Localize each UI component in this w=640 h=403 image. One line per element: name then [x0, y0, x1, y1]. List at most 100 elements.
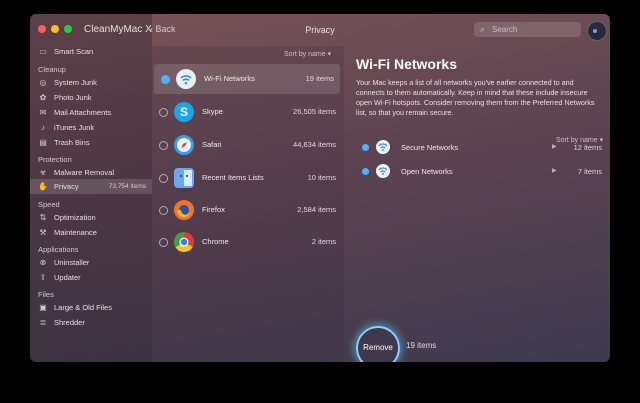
photo-junk-icon: ✿: [39, 93, 47, 102]
checkbox[interactable]: [159, 206, 168, 215]
detail-title: Wi-Fi Networks: [356, 56, 457, 72]
list-item-count: 10 items: [307, 173, 336, 182]
maintenance-icon: ⚒: [39, 228, 47, 237]
list-item-count: 26,505 items: [293, 107, 336, 116]
list-item-firefox[interactable]: Firefox 2,584 items: [152, 195, 342, 225]
sidebar-item-mail-attachments[interactable]: ✉ Mail Attachments: [30, 105, 152, 120]
traffic-lights: [38, 25, 72, 33]
search-icon: ⌕: [480, 24, 486, 34]
minimize-button[interactable]: [51, 25, 59, 33]
network-group-secure[interactable]: Secure Networks ▶ 12 items: [356, 137, 602, 157]
wifi-icon: [376, 164, 390, 178]
list-item-chrome[interactable]: Chrome 2 items: [152, 227, 342, 257]
list-item-name: Skype: [202, 107, 223, 116]
sidebar-item-malware-removal[interactable]: ☣ Malware Removal: [30, 165, 152, 180]
sidebar-item-label: Large & Old Files: [54, 303, 112, 312]
search-field[interactable]: ⌕ Search: [474, 22, 581, 37]
assistant-button[interactable]: [587, 21, 607, 41]
sidebar-item-optimization[interactable]: ⇅ Optimization: [30, 210, 152, 225]
zoom-button[interactable]: [64, 25, 72, 33]
assistant-icon: [593, 29, 597, 33]
search-placeholder: Search: [492, 25, 518, 34]
sidebar-heading-applications: Applications: [38, 245, 79, 254]
sidebar-item-label: Trash Bins: [54, 138, 90, 147]
list-item-safari[interactable]: Safari 44,634 items: [152, 130, 342, 160]
remove-button[interactable]: Remove: [356, 326, 400, 362]
smart-scan-icon: ▭: [39, 47, 47, 56]
list-item-count: 19 items: [305, 74, 334, 83]
network-group-open[interactable]: Open Networks ▶ 7 items: [356, 161, 602, 181]
safari-icon: [174, 135, 194, 155]
list-item-name: Wi-Fi Networks: [204, 74, 255, 83]
list-item-count: 44,634 items: [293, 140, 336, 149]
sidebar-heading-protection: Protection: [38, 155, 72, 164]
updater-icon: ⇪: [39, 273, 47, 282]
sidebar-item-large-old-files[interactable]: ▣ Large & Old Files: [30, 300, 152, 315]
trash-icon: ▤: [39, 138, 47, 147]
app-title: CleanMyMac X: [84, 24, 152, 35]
finder-icon: [174, 168, 194, 188]
sidebar-item-label: System Junk: [54, 78, 97, 87]
checkbox[interactable]: [159, 108, 168, 117]
list-item-name: Recent Items Lists: [202, 173, 264, 182]
sidebar-item-label: Smart Scan: [54, 47, 94, 56]
app-window: CleanMyMac X ‹ Back Privacy ⌕ Search ▭ S…: [30, 14, 610, 362]
list-item-name: Firefox: [202, 205, 225, 214]
music-icon: ♪: [41, 123, 45, 132]
list-item-recent-items-lists[interactable]: Recent Items Lists 10 items: [152, 163, 342, 193]
close-button[interactable]: [38, 25, 46, 33]
sidebar-item-updater[interactable]: ⇪ Updater: [30, 270, 152, 285]
network-group-name: Open Networks: [401, 167, 453, 176]
uninstaller-icon: ⊗: [39, 258, 47, 267]
network-group-count: 7 items: [577, 167, 602, 176]
sidebar-item-system-junk[interactable]: ◎ System Junk: [30, 75, 152, 90]
network-group-name: Secure Networks: [401, 143, 459, 152]
sidebar-item-trash-bins[interactable]: ▤ Trash Bins: [30, 135, 152, 150]
list-item-wifi-networks[interactable]: Wi-Fi Networks 19 items: [154, 64, 340, 94]
list-item-count: 2 items: [311, 237, 336, 246]
shredder-icon: ≣: [39, 318, 47, 327]
wifi-icon: [376, 140, 390, 154]
back-label: Back: [155, 24, 176, 34]
checkbox[interactable]: [159, 238, 168, 247]
sidebar-item-label: Shredder: [54, 318, 85, 327]
sidebar-item-privacy[interactable]: ✋ Privacy 73,754 items: [30, 179, 152, 194]
sidebar-item-label: Updater: [54, 273, 81, 282]
sidebar-item-uninstaller[interactable]: ⊗ Uninstaller: [30, 255, 152, 270]
sidebar-item-photo-junk[interactable]: ✿ Photo Junk: [30, 90, 152, 105]
checkbox[interactable]: [159, 141, 168, 150]
disclosure-arrow-icon[interactable]: ▶: [552, 167, 557, 174]
malware-icon: ☣: [39, 168, 47, 177]
sidebar-item-label: Privacy: [54, 182, 79, 191]
chrome-icon: [174, 232, 194, 252]
sidebar-heading-files: Files: [38, 290, 54, 299]
sidebar-item-label: Maintenance: [54, 228, 97, 237]
disclosure-arrow-icon[interactable]: ▶: [552, 143, 557, 150]
list-item-skype[interactable]: S Skype 26,505 items: [152, 97, 342, 127]
sidebar-item-smart-scan[interactable]: ▭ Smart Scan: [30, 44, 152, 59]
sidebar-item-maintenance[interactable]: ⚒ Maintenance: [30, 225, 152, 240]
sidebar-item-label: Optimization: [54, 213, 96, 222]
sidebar-item-shredder[interactable]: ≣ Shredder: [30, 315, 152, 330]
back-button[interactable]: ‹ Back: [150, 24, 176, 34]
sidebar-item-label: Uninstaller: [54, 258, 90, 267]
svg-text:S: S: [180, 105, 188, 119]
sidebar-heading-speed: Speed: [38, 200, 60, 209]
list-sort-menu[interactable]: Sort by name ▾: [284, 50, 331, 58]
wifi-icon: [176, 69, 196, 89]
checkbox[interactable]: [161, 75, 170, 84]
sidebar-item-label: Mail Attachments: [54, 108, 112, 117]
checkbox[interactable]: [159, 174, 168, 183]
list-item-name: Safari: [202, 140, 222, 149]
skype-icon: S: [174, 102, 194, 122]
checkbox[interactable]: [362, 168, 369, 175]
remove-count: 19 items: [406, 341, 437, 350]
detail-description: Your Mac keeps a list of all networks yo…: [356, 78, 595, 117]
sidebar-item-label: iTunes Junk: [54, 123, 95, 132]
checkbox[interactable]: [362, 144, 369, 151]
sidebar-item-label: Malware Removal: [54, 168, 115, 177]
sidebar-item-itunes-junk[interactable]: ♪ iTunes Junk: [30, 120, 152, 135]
mail-icon: ✉: [39, 108, 47, 117]
optimization-icon: ⇅: [39, 213, 47, 222]
sidebar-item-label: Photo Junk: [54, 93, 92, 102]
